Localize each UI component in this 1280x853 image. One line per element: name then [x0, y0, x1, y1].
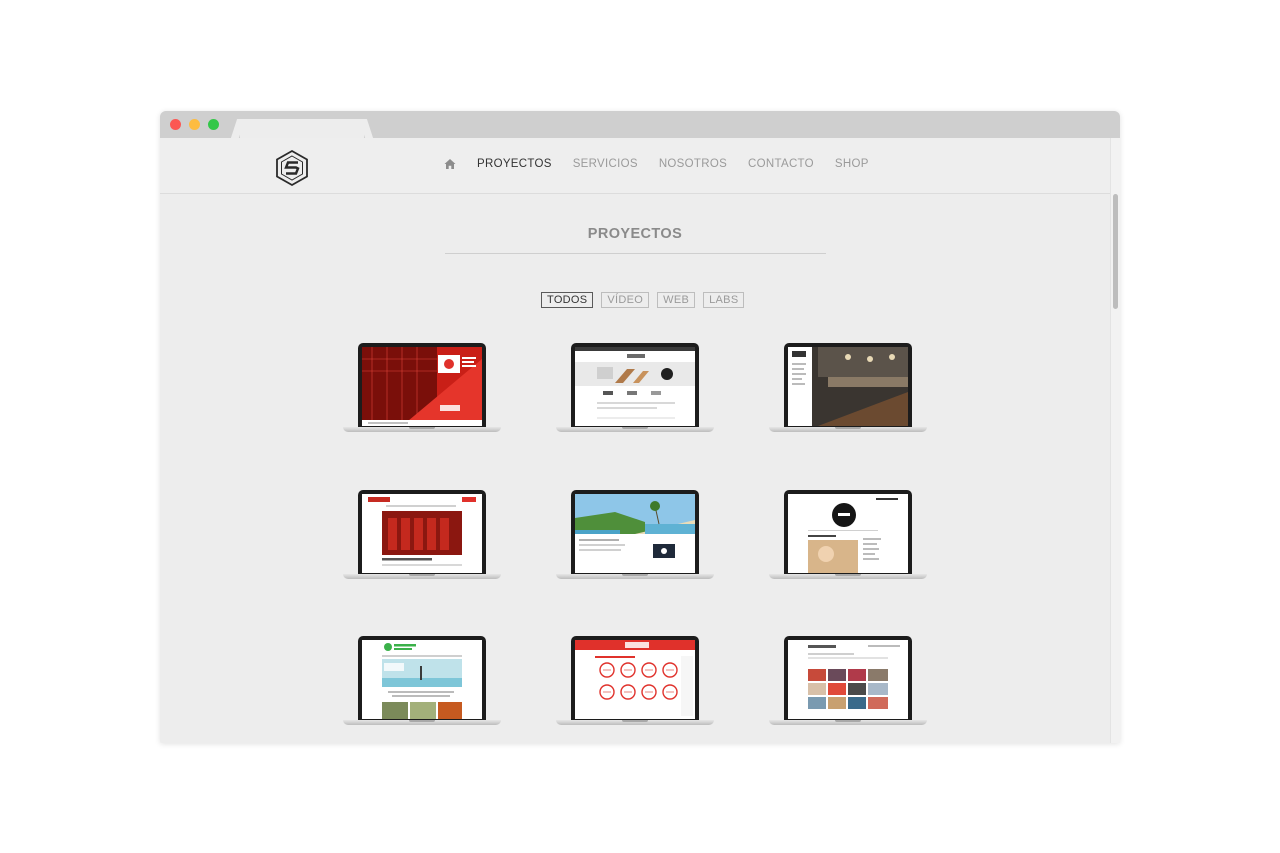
project-thumbnail [788, 494, 908, 573]
filter-web[interactable]: WEB [657, 292, 696, 308]
laptop-lid [784, 636, 912, 720]
project-thumbnail [362, 494, 482, 573]
project-card-8[interactable] [556, 636, 714, 728]
project-filters: TODOS VÍDEO WEB LABS [541, 292, 752, 308]
title-divider [445, 253, 826, 254]
page-title: PROYECTOS [587, 226, 683, 242]
page-scrollbar[interactable] [1110, 138, 1120, 743]
project-card-9[interactable] [769, 636, 927, 728]
laptop-lid [571, 343, 699, 427]
laptop-lid [784, 490, 912, 574]
laptop-lid [784, 343, 912, 427]
project-card-3[interactable] [769, 343, 927, 435]
project-thumbnail [575, 347, 695, 426]
laptop-lid [358, 490, 486, 574]
laptop-lid [571, 490, 699, 574]
laptop-lid [358, 636, 486, 720]
filter-todos[interactable]: TODOS [541, 292, 594, 308]
hexagon-s-logo-icon[interactable] [274, 149, 310, 187]
project-thumbnail [575, 640, 695, 719]
nav-item-servicios[interactable]: SERVICIOS [573, 158, 638, 170]
project-card-2[interactable] [556, 343, 714, 435]
project-card-1[interactable] [343, 343, 501, 435]
site-header: PROYECTOS SERVICIOS NOSOTROS CONTACTO SH… [160, 138, 1110, 194]
filter-video[interactable]: VÍDEO [601, 292, 650, 308]
nav-item-nosotros[interactable]: NOSOTROS [659, 158, 727, 170]
project-card-4[interactable] [343, 490, 501, 582]
project-thumbnail [362, 347, 482, 426]
close-window-button[interactable] [170, 119, 181, 130]
browser-window: PROYECTOS SERVICIOS NOSOTROS CONTACTO SH… [160, 111, 1120, 743]
main-nav: PROYECTOS SERVICIOS NOSOTROS CONTACTO SH… [444, 158, 890, 170]
laptop-lid [571, 636, 699, 720]
laptop-lid [358, 343, 486, 427]
filter-labs[interactable]: LABS [703, 292, 745, 308]
nav-item-shop[interactable]: SHOP [835, 158, 869, 170]
project-thumbnail [788, 347, 908, 426]
nav-item-proyectos[interactable]: PROYECTOS [477, 158, 552, 170]
project-thumbnail [788, 640, 908, 719]
project-thumbnail [362, 640, 482, 719]
nav-item-contacto[interactable]: CONTACTO [748, 158, 814, 170]
project-card-7[interactable] [343, 636, 501, 728]
maximize-window-button[interactable] [208, 119, 219, 130]
scrollbar-thumb[interactable] [1113, 194, 1118, 309]
home-icon[interactable] [444, 158, 456, 170]
browser-titlebar [160, 111, 1120, 138]
minimize-window-button[interactable] [189, 119, 200, 130]
project-card-5[interactable] [556, 490, 714, 582]
browser-tab[interactable] [240, 119, 364, 138]
project-thumbnail [575, 494, 695, 573]
project-card-6[interactable] [769, 490, 927, 582]
